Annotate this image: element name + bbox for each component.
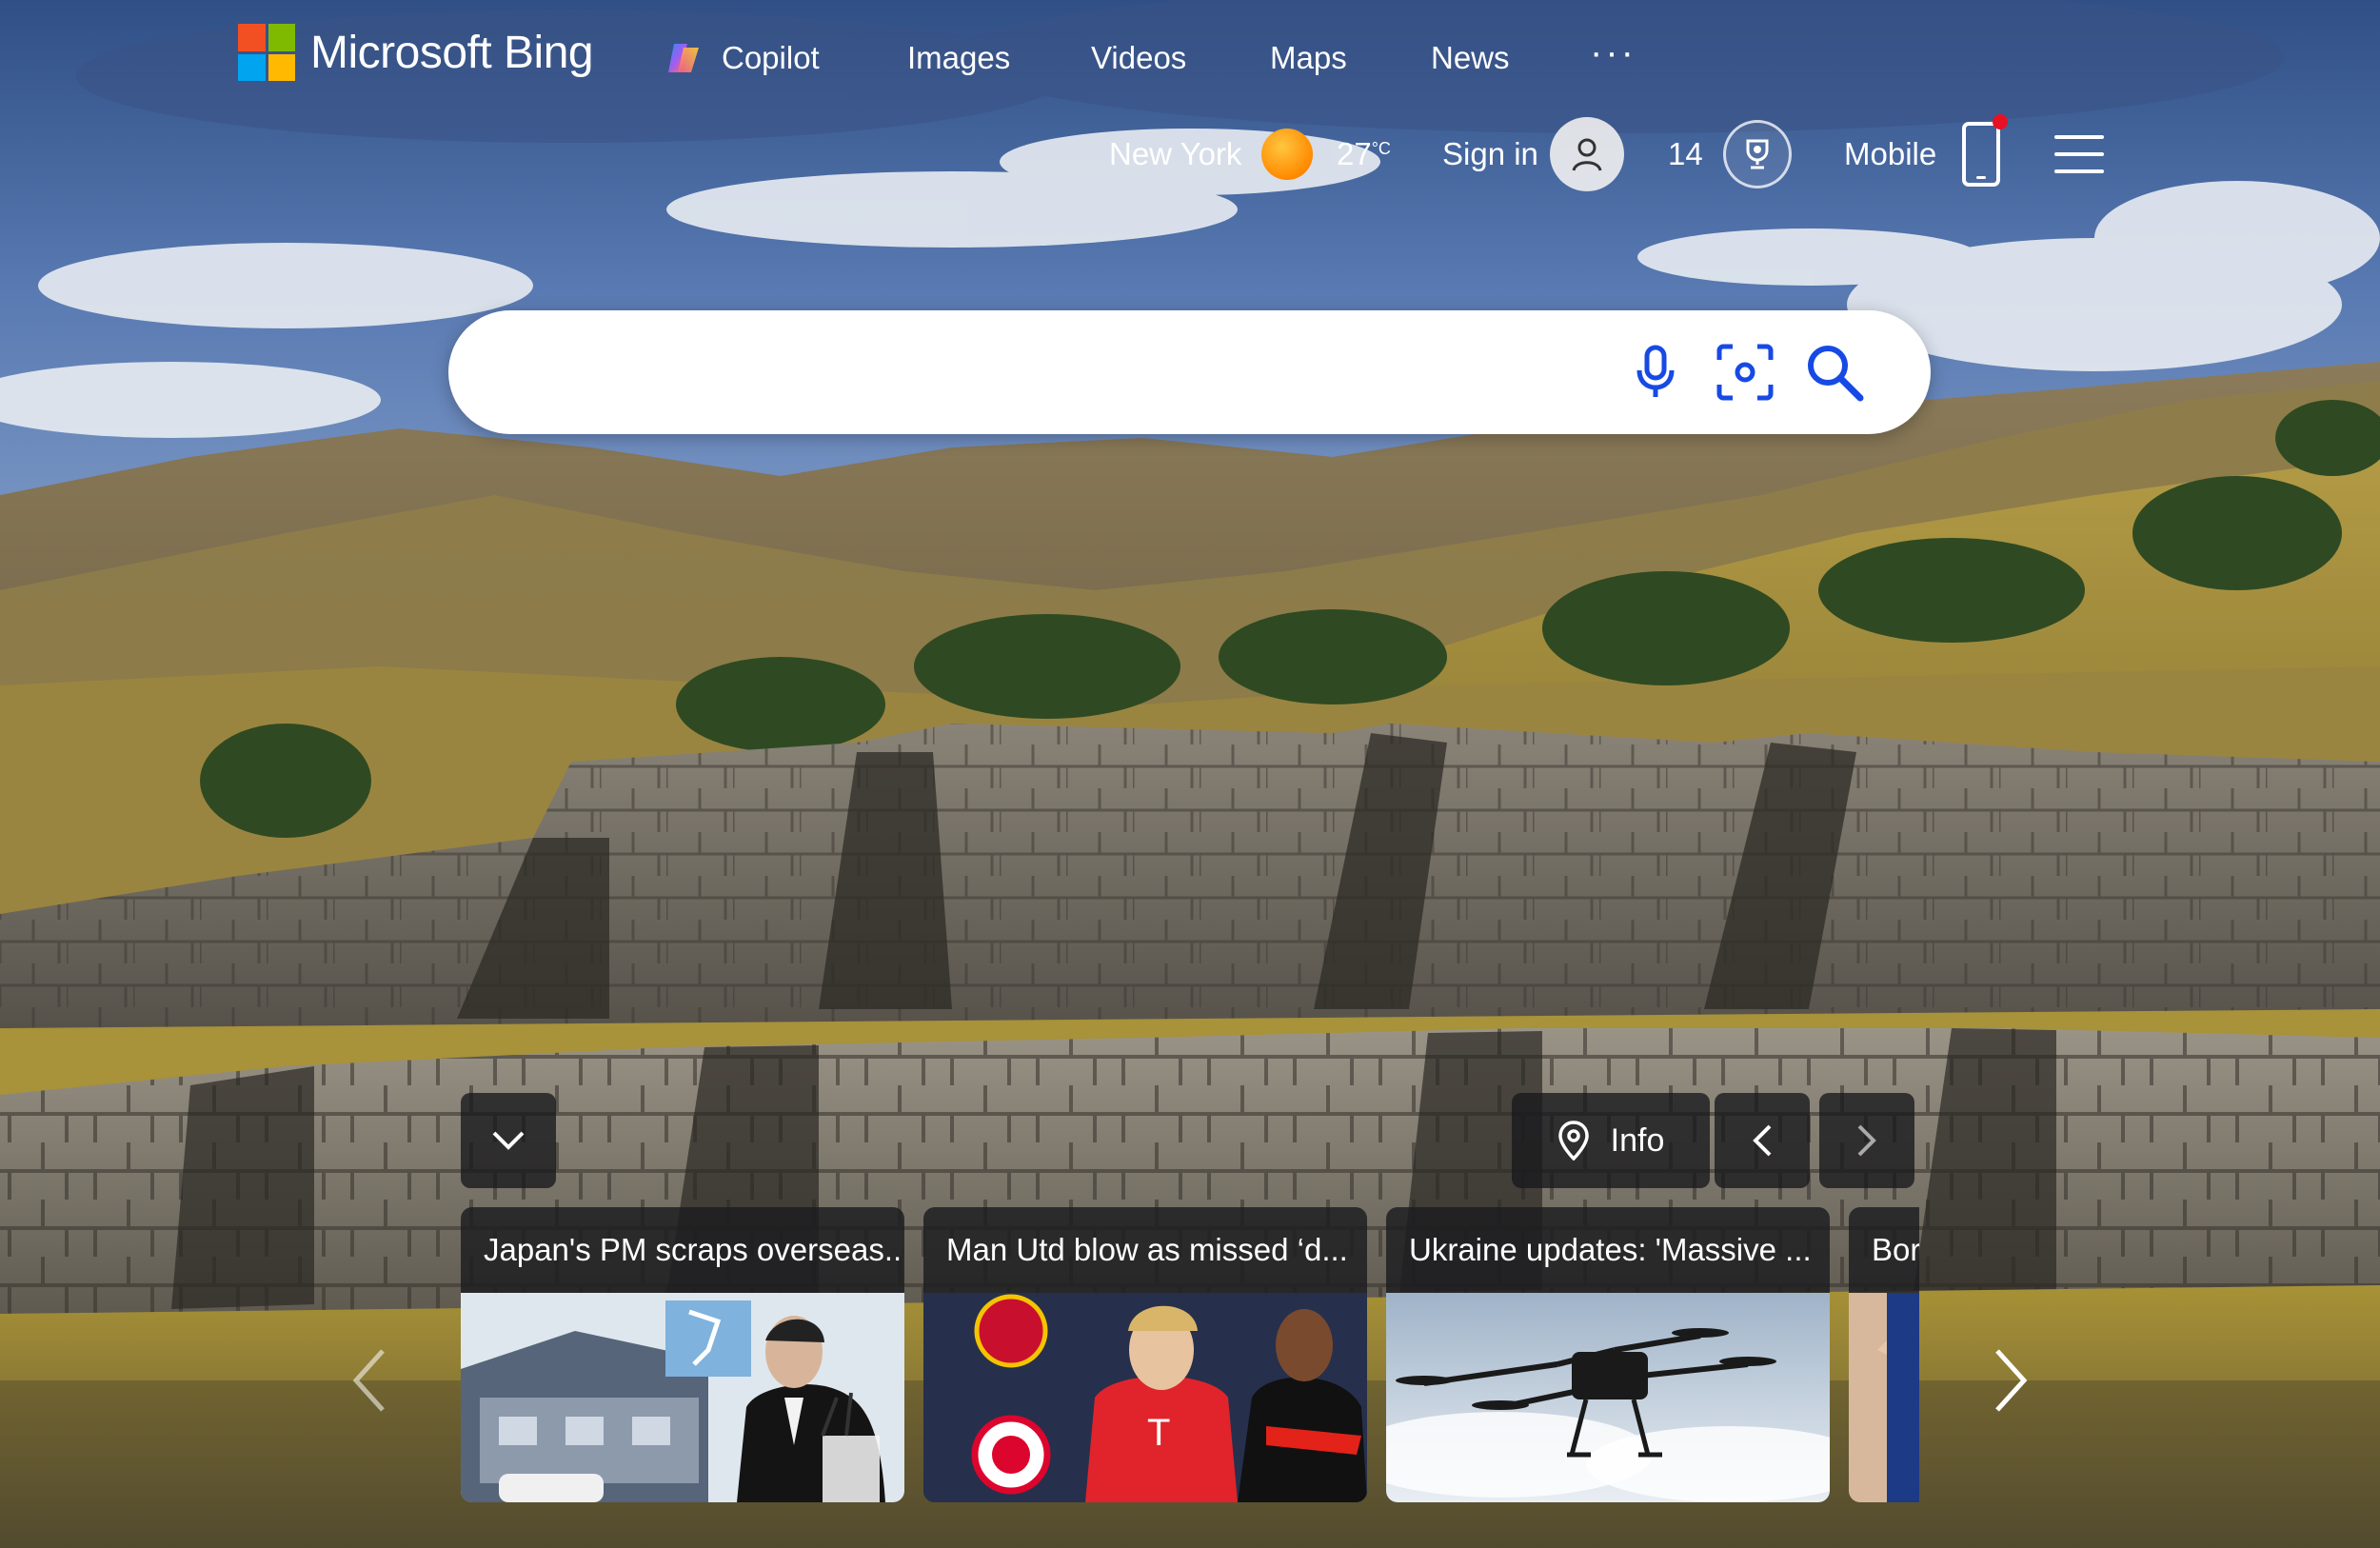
previous-image-button[interactable] <box>1715 1093 1810 1188</box>
trophy-icon <box>1723 120 1792 189</box>
microsoft-logo-icon <box>238 24 295 81</box>
news-card[interactable]: Man Utd blow as missed ‘d... T <box>923 1207 1367 1502</box>
nav-copilot[interactable]: Copilot <box>664 36 820 80</box>
user-icon <box>1550 117 1624 191</box>
visual-search-button[interactable] <box>1715 342 1775 403</box>
microphone-icon <box>1636 345 1675 397</box>
search-box <box>448 310 1931 434</box>
news-card-image <box>1849 1293 1919 1502</box>
temperature-value: 27 <box>1337 136 1372 171</box>
news-card-title: Man Utd blow as missed ‘d... <box>946 1232 1348 1267</box>
location-pin-icon <box>1557 1121 1589 1161</box>
news-card-image <box>461 1293 904 1502</box>
bing-logo[interactable]: Microsoft Bing <box>238 23 594 82</box>
nav-maps-label: Maps <box>1270 40 1347 75</box>
hamburger-icon <box>2054 135 2104 173</box>
chevron-left-icon <box>352 1349 385 1412</box>
temperature-unit: °C <box>1371 138 1391 158</box>
sign-in-link[interactable]: Sign in <box>1442 124 1538 185</box>
news-card-title: Japan's PM scraps overseas... <box>484 1232 904 1267</box>
nav-videos[interactable]: Videos <box>1091 36 1186 80</box>
search-icon <box>1808 346 1864 402</box>
nav-more-button[interactable]: ··· <box>1590 30 1636 74</box>
mobile-button[interactable] <box>1962 114 2008 187</box>
news-next-button[interactable] <box>1982 1342 2039 1419</box>
news-card-image: T <box>923 1293 1367 1502</box>
chevron-down-icon <box>492 1131 525 1150</box>
news-card[interactable]: Ukraine updates: 'Massive ... <box>1386 1207 1830 1502</box>
news-card[interactable]: Bor <box>1849 1207 1919 1502</box>
nav-images-label: Images <box>907 40 1011 75</box>
weather-button[interactable] <box>1261 124 1313 185</box>
location-label[interactable]: New York <box>1109 124 1241 185</box>
voice-search-button[interactable] <box>1625 342 1686 403</box>
sign-in-avatar-button[interactable] <box>1550 117 1624 191</box>
news-card[interactable]: Japan's PM scraps overseas... <box>461 1207 904 1502</box>
nav-news[interactable]: News <box>1431 36 1510 80</box>
nav-news-label: News <box>1431 40 1510 75</box>
chevron-left-icon <box>1753 1124 1772 1157</box>
collapse-button[interactable] <box>461 1093 556 1188</box>
rewards-button[interactable] <box>1723 120 1792 189</box>
image-info-button[interactable]: Info <box>1512 1093 1710 1188</box>
info-label: Info <box>1610 1121 1665 1159</box>
menu-button[interactable] <box>2054 124 2104 185</box>
phone-icon <box>1962 114 2008 187</box>
svg-text:T: T <box>1147 1412 1170 1454</box>
chevron-right-icon <box>1857 1124 1876 1157</box>
news-card-title: Ukraine updates: 'Massive ... <box>1409 1232 1812 1267</box>
rewards-count[interactable]: 14 <box>1668 124 1703 185</box>
search-button[interactable] <box>1804 342 1865 403</box>
nav-copilot-label: Copilot <box>722 40 820 75</box>
temperature[interactable]: 27 °C <box>1337 124 1391 185</box>
news-card-title: Bor <box>1872 1232 1919 1267</box>
news-card-image <box>1386 1293 1830 1502</box>
visual-search-icon <box>1716 344 1774 401</box>
sun-icon <box>1261 129 1313 180</box>
next-image-button[interactable] <box>1819 1093 1914 1188</box>
nav-images[interactable]: Images <box>907 36 1010 80</box>
news-prev-button[interactable] <box>341 1342 398 1419</box>
copilot-icon <box>668 44 699 72</box>
chevron-right-icon <box>1995 1349 2028 1412</box>
notification-dot <box>1993 114 2008 129</box>
search-input[interactable] <box>506 339 1600 406</box>
mobile-link[interactable]: Mobile <box>1844 124 1936 185</box>
nav-maps[interactable]: Maps <box>1270 36 1347 80</box>
news-carousel: Japan's PM scraps overseas... Man Utd bl… <box>461 1207 1919 1502</box>
brand-name: Microsoft Bing <box>310 27 594 78</box>
nav-videos-label: Videos <box>1091 40 1187 75</box>
